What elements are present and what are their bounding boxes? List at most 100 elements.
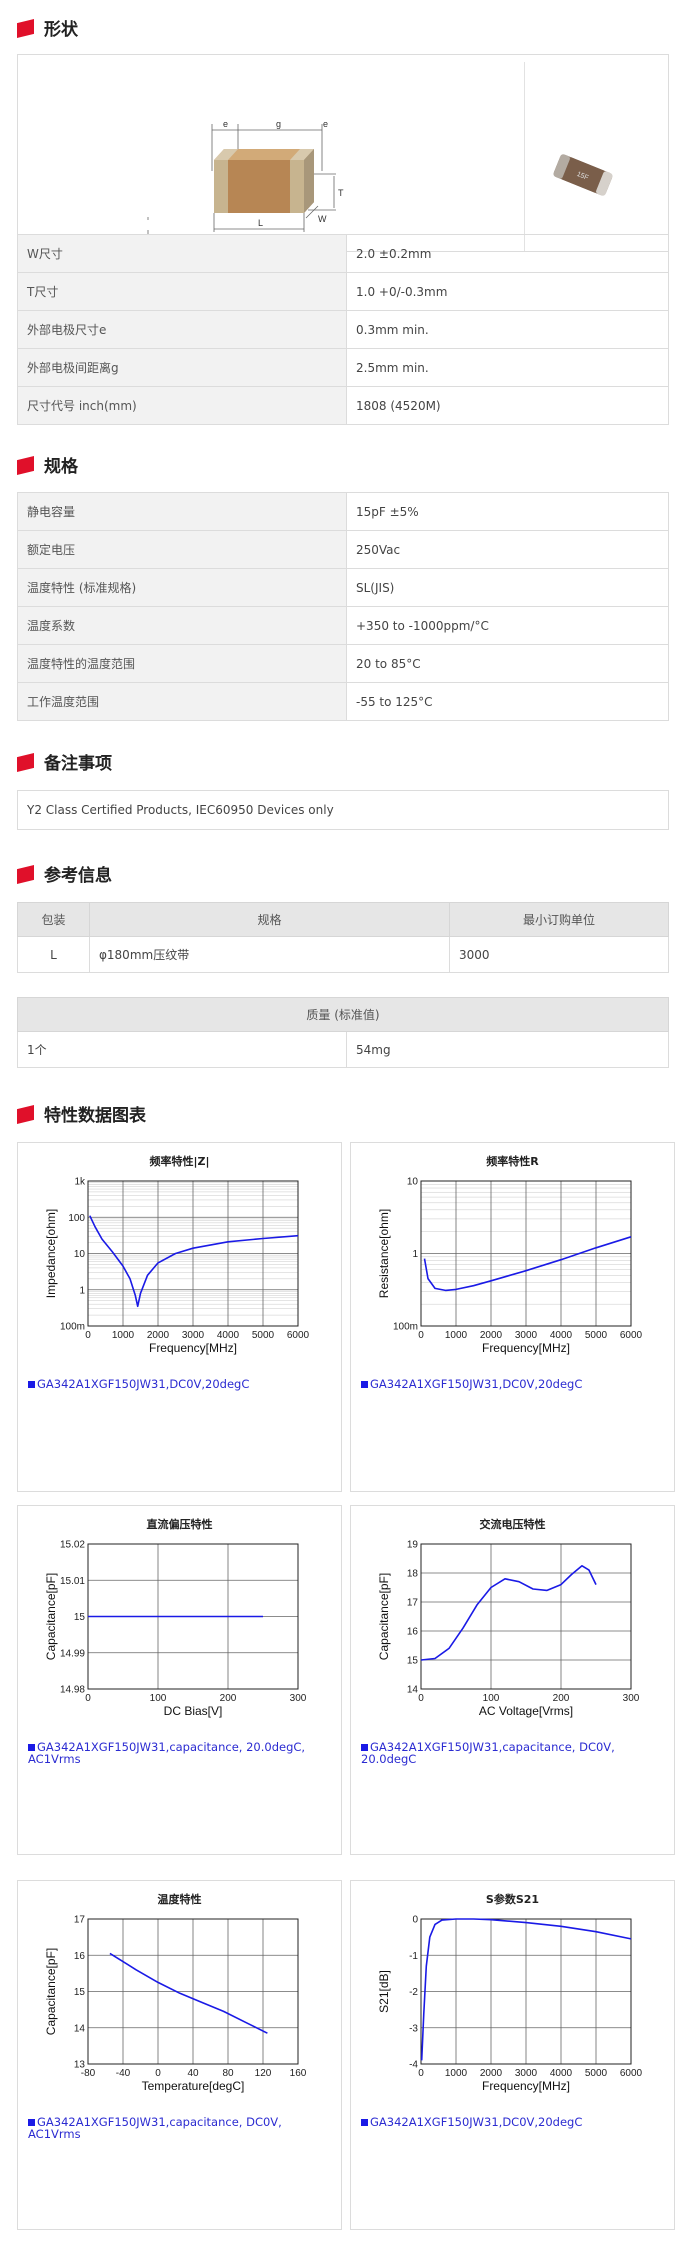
table-cell: φ180mm压纹带	[89, 936, 450, 973]
chart-plot: -80 -40 0 40 80 120 1601314151617Temperature[d…	[44, 1915, 307, 2094]
dimension-diagram: e g e T L W 15F	[147, 119, 613, 251]
chart-legend[interactable]: GA342A1XGF150JW31,DC0V,20degC	[28, 1378, 333, 1390]
section-flag-icon	[17, 1102, 34, 1124]
dim-e-label-2: e	[323, 119, 328, 129]
series-line	[89, 1215, 299, 1308]
table-row: 静电容量 15pF ±5%	[17, 492, 669, 531]
row-value: +350 to -1000ppm/°C	[346, 606, 669, 645]
shape-table: W尺寸 2.0 ±0.2mm T尺寸 1.0 +0/-0.3mm 外部电极尺寸e 0.…	[17, 234, 669, 425]
row-key: 外部电极尺寸e	[17, 310, 347, 349]
row-key: 静电容量	[17, 492, 347, 531]
section-header-charts: 特性数据图表	[17, 1099, 146, 1127]
chart-card: 0 1000 2000 3000 4000 5000 6000 100m 1 10 Frequenc…	[350, 1142, 675, 1492]
column-header: 规格	[89, 902, 450, 937]
x-tick-label: 200	[220, 1693, 237, 1704]
row-key: 工作温度范围	[17, 682, 347, 721]
y-tick-label: -4	[409, 2060, 418, 2071]
x-tick-label: 3000	[515, 2068, 538, 2079]
y-tick-label: 100m	[60, 1322, 85, 1333]
x-tick-label: 0	[418, 1693, 424, 1704]
table-header-row: 质量 (标准值)	[17, 997, 669, 1032]
chart-legend[interactable]: GA342A1XGF150JW31,capacitance, DC0V, AC1…	[28, 2116, 333, 2140]
chart-legend[interactable]: GA342A1XGF150JW31,DC0V,20degC	[361, 1378, 666, 1390]
chart-legend[interactable]: GA342A1XGF150JW31,capacitance, DC0V, 20.…	[361, 1741, 666, 1765]
section-title: 特性数据图表	[44, 1105, 146, 1126]
chart-title: S参数S21	[485, 1893, 540, 1906]
table-row: W尺寸 2.0 ±0.2mm	[17, 234, 669, 273]
plot-frame	[420, 1543, 632, 1690]
y-tick-label: -1	[409, 1951, 418, 1962]
legend-label: GA342A1XGF150JW31,DC0V,20degC	[370, 1377, 583, 1391]
row-value: 1.0 +0/-0.3mm	[346, 272, 669, 311]
x-tick-label: 0	[85, 1330, 91, 1341]
y-axis-label: Resistance[ohm]	[377, 1209, 391, 1298]
x-tick-label: 80	[222, 2068, 234, 2079]
x-tick-label: 4000	[550, 2068, 573, 2079]
legend-label: GA342A1XGF150JW31,capacitance, 20.0degC,…	[28, 1740, 306, 1766]
dim-l-label: L	[258, 218, 263, 228]
x-tick-label: 0	[155, 2068, 161, 2079]
chart-plot: 0 100 200 300 14 15 16 17 18 19 AC Voltage[Vrms] Ca…	[377, 1540, 640, 1719]
section-flag-icon	[17, 453, 34, 475]
x-axis-label: AC Voltage[Vrms]	[479, 1704, 573, 1718]
table-row: T尺寸 1.0 +0/-0.3mm	[17, 272, 669, 311]
x-tick-label: 2000	[480, 2068, 503, 2079]
chart-legend[interactable]: GA342A1XGF150JW31,DC0V,20degC	[361, 2116, 666, 2128]
notes-text: Y2 Class Certified Products, IEC60950 De…	[27, 803, 334, 817]
row-key: T尺寸	[17, 272, 347, 311]
table-cell: 1个	[17, 1031, 347, 1068]
y-tick-label: 14.99	[60, 1648, 85, 1659]
chart-title: 温度特性	[157, 1893, 202, 1906]
y-tick-label: 19	[407, 1540, 419, 1551]
x-tick-label: 200	[553, 1693, 570, 1704]
chart-plot: 0 100 200 300 14.98 14.99 15 15.01 15.02 DC Bias[…	[44, 1540, 307, 1719]
section-header-spec: 规格	[17, 450, 78, 478]
row-value: 2.5mm min.	[346, 348, 669, 387]
x-tick-label: 6000	[620, 1330, 643, 1341]
row-value: 0.3mm min.	[346, 310, 669, 349]
x-tick-label: 1000	[445, 2068, 468, 2079]
legend-swatch	[361, 2119, 368, 2126]
y-tick-label: 13	[74, 2060, 86, 2071]
x-tick-label: 40	[187, 2068, 199, 2079]
section-title: 备注事项	[44, 753, 112, 774]
table-row: 尺寸代号 inch(mm) 1808 (4520M)	[17, 386, 669, 425]
x-tick-label: -40	[116, 2068, 131, 2079]
x-tick-label: 3000	[515, 1330, 538, 1341]
table-row: 额定电压 250Vac	[17, 530, 669, 569]
table-cell: L	[17, 936, 90, 973]
y-tick-label: 10	[74, 1249, 86, 1260]
row-key: 尺寸代号 inch(mm)	[17, 386, 347, 425]
chart-card: 0 1000 2000 3000 4000 5000 6000 -4 -3 -2 -1 0 Freque…	[350, 1880, 675, 2230]
table-row: 外部电极间距离g 2.5mm min.	[17, 348, 669, 387]
x-tick-label: 4000	[550, 1330, 573, 1341]
dim-w-label: W	[318, 214, 327, 224]
row-value: -55 to 125°C	[346, 682, 669, 721]
x-tick-label: 300	[623, 1693, 640, 1704]
x-tick-label: 4000	[217, 1330, 240, 1341]
y-tick-label: 14.98	[60, 1685, 85, 1696]
x-axis-label: Frequency[MHz]	[482, 2079, 570, 2093]
chart-title: 交流电压特性	[479, 1518, 546, 1531]
x-axis-label: Temperature[degC]	[142, 2079, 245, 2093]
x-tick-label: 160	[290, 2068, 307, 2079]
chart-legend[interactable]: GA342A1XGF150JW31,capacitance, 20.0degC,…	[28, 1741, 333, 1765]
y-axis-label: Capacitance[pF]	[44, 1948, 58, 2035]
y-tick-label: 1	[79, 1285, 85, 1296]
section-title: 参考信息	[44, 865, 112, 886]
y-tick-label: 0	[412, 1915, 418, 1926]
chart-title: 频率特性|Z|	[149, 1155, 210, 1168]
table-cell: 54mg	[346, 1031, 669, 1068]
chart-plot: 0 1000 2000 3000 4000 5000 6000 100m 1 10 Frequenc…	[377, 1177, 643, 1356]
legend-label: GA342A1XGF150JW31,capacitance, DC0V, AC1…	[28, 2115, 282, 2141]
chart-card: -80 -40 0 40 80 120 160 13 14 15 16 17 Temperature[d…	[17, 1880, 342, 2230]
y-tick-label: 15	[74, 1612, 86, 1623]
row-key: 外部电极间距离g	[17, 348, 347, 387]
x-tick-label: 120	[255, 2068, 272, 2079]
row-value: 15pF ±5%	[346, 492, 669, 531]
legend-swatch	[361, 1744, 368, 1751]
section-header-notes: 备注事项	[17, 747, 112, 775]
x-tick-label: 5000	[252, 1330, 275, 1341]
section-header-reference: 参考信息	[17, 859, 112, 887]
x-tick-label: 0	[418, 1330, 424, 1341]
